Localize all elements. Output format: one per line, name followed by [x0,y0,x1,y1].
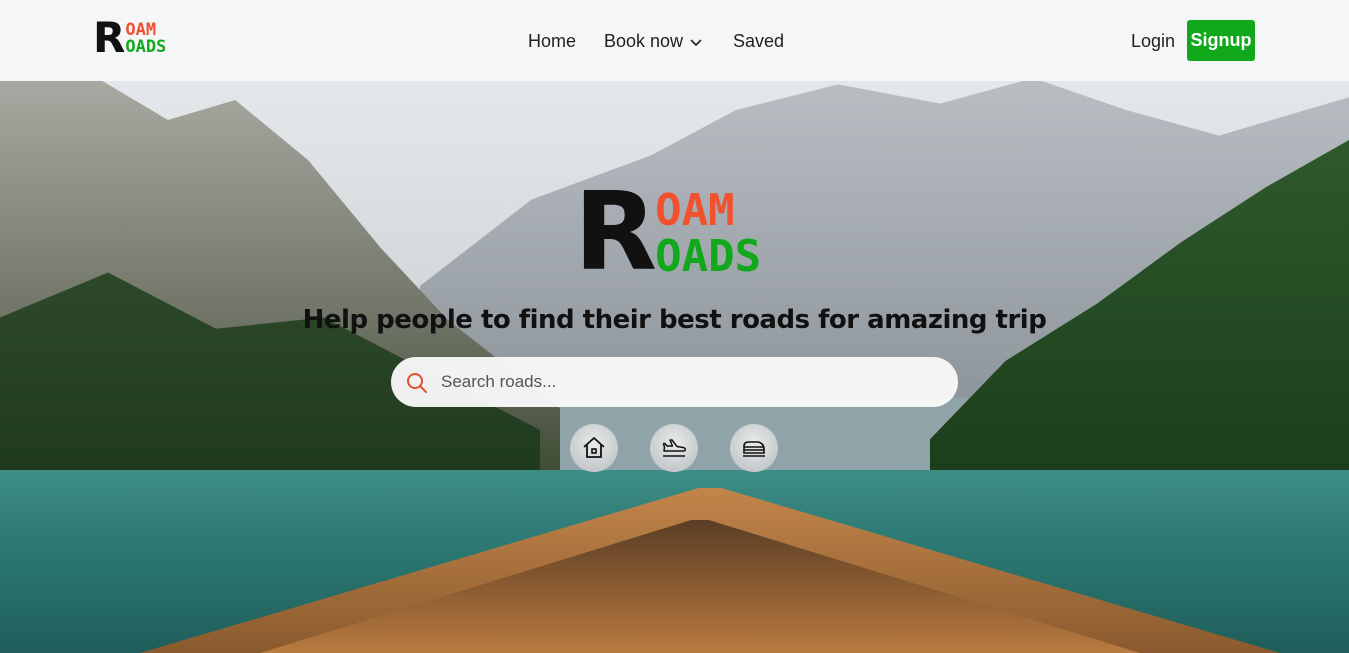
logo-bottom-word: OADS [125,37,167,57]
hero-logo-letter: R [574,170,658,295]
logo-words: OAM OADS [125,22,166,56]
home-icon [583,437,605,458]
search-input[interactable] [441,357,941,407]
category-train-button[interactable] [730,424,778,472]
hero-logo-words: OAM OADS [655,188,761,280]
search-bar [391,357,958,407]
logo-letter: R [93,13,126,62]
nav-saved-link[interactable]: Saved [733,31,784,52]
category-flight-button[interactable] [650,424,698,472]
hero-tagline: Help people to find their best roads for… [302,305,1047,335]
category-home-button[interactable] [570,424,618,472]
hero-logo: R OAM OADS [574,170,761,295]
login-link[interactable]: Login [1131,31,1175,52]
flight-icon [662,439,686,457]
chevron-down-icon [690,38,702,46]
hero-logo-bottom-word: OADS [655,231,762,282]
nav-book-now-label: Book now [604,31,684,51]
train-icon [743,441,765,457]
signup-button[interactable]: Signup [1187,20,1255,61]
nav-book-now-dropdown[interactable]: Book now [604,31,703,52]
hero-logo-top-word: OAM [655,185,735,236]
nav-home-link[interactable]: Home [528,31,576,52]
brand-logo[interactable]: R OAM OADS [93,17,166,59]
search-icon [407,373,427,393]
navbar: R OAM OADS Home Book now Saved Login Sig… [0,0,1349,81]
